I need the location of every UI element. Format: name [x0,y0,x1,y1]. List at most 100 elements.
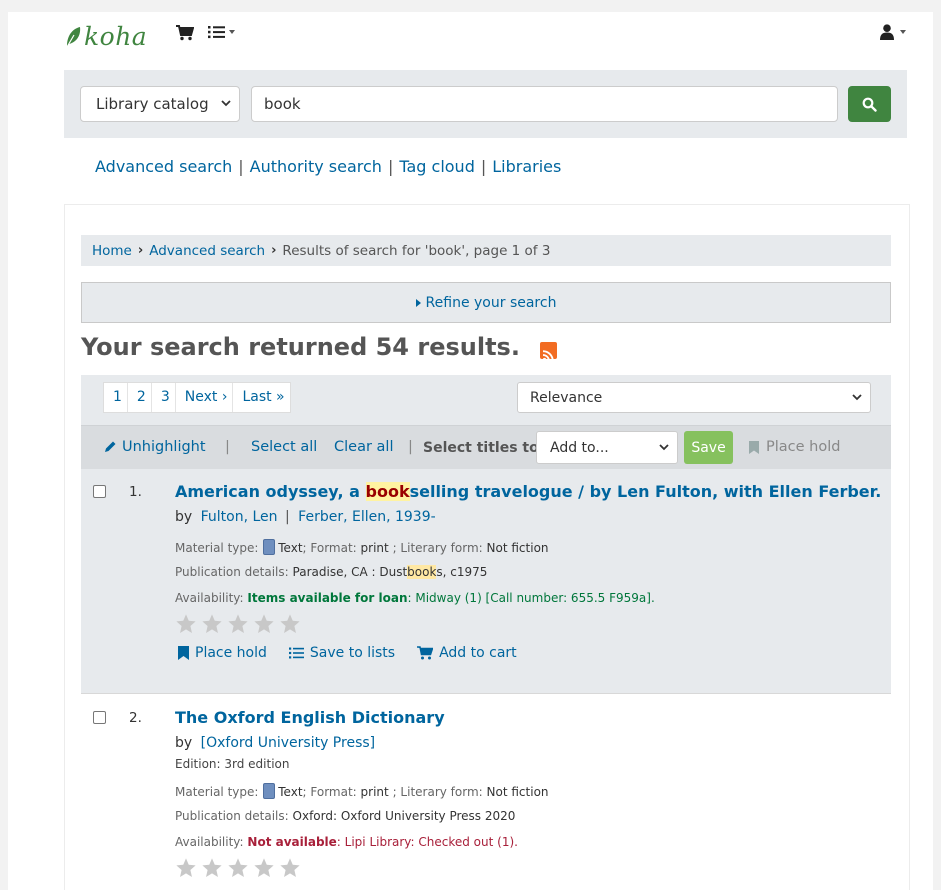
lists-menu[interactable] [208,25,235,39]
result-title-link[interactable]: American odyssey, a bookselling travelog… [175,482,881,501]
breadcrumb-advanced-search[interactable]: Advanced search [149,243,265,259]
result-checkbox[interactable] [93,711,106,724]
search-input[interactable]: book [251,86,838,122]
unhighlight-button[interactable]: Unhighlight [103,439,206,455]
place-hold-button-disabled[interactable]: Place hold [749,439,840,455]
star-icon[interactable] [175,857,197,879]
material-value: Text [278,785,303,799]
select-all-link[interactable]: Select all [251,439,317,455]
material-value: Text [278,541,303,555]
title-part: selling travelogue / by Len Fulton, with… [409,482,882,501]
literary-label: ; Literary form: [392,541,483,555]
pub-highlight: book [407,565,437,579]
search-query: book [264,95,301,113]
page-3-link[interactable]: 3 [152,383,176,412]
breadcrumb-separator-icon: › [271,243,277,258]
star-icon[interactable] [279,613,301,635]
add-to-select[interactable]: Add to... [536,431,678,464]
author-link[interactable]: Fulton, Len [201,509,278,525]
result-edition: Edition: 3rd edition [175,757,290,771]
caret-right-icon [415,298,421,307]
star-icon[interactable] [201,857,223,879]
chevron-down-icon [229,30,235,34]
bookmark-icon [178,646,189,660]
libraries-link[interactable]: Libraries [492,157,561,176]
tag-cloud-link[interactable]: Tag cloud [399,157,475,176]
result-row: 1. American odyssey, a bookselling trave… [81,469,891,694]
format-label: ; Format: [302,785,357,799]
place-hold-link[interactable]: Place hold [178,645,267,661]
result-number: 1. [129,484,142,500]
navbar: koha [8,12,933,64]
separator: | [480,157,487,176]
page-1-link[interactable]: 1 [104,383,128,412]
chevron-down-icon [852,394,862,401]
result-checkbox[interactable] [93,485,106,498]
format-label: ; Format: [302,541,357,555]
save-button[interactable]: Save [684,431,733,464]
star-icon[interactable] [253,613,275,635]
pub-part: s, c1975 [436,565,488,579]
author-link[interactable]: [Oxford University Press] [201,735,376,751]
author-link[interactable]: Ferber, Ellen, 1939- [298,509,436,525]
result-number: 2. [129,710,142,726]
page-2-link[interactable]: 2 [128,383,152,412]
separator: | [285,509,290,525]
place-hold-label: Place hold [766,439,841,455]
chevron-down-icon [900,30,906,34]
last-page-link[interactable]: Last » [233,383,289,412]
result-row: 2. The Oxford English Dictionary by [Oxf… [81,695,891,890]
star-icon[interactable] [253,857,275,879]
search-scope-select[interactable]: Library catalog [80,86,240,122]
material-label: Material type: [175,541,259,555]
star-icon[interactable] [227,857,249,879]
star-icon[interactable] [175,613,197,635]
book-icon [263,539,276,555]
save-to-lists-label: Save to lists [309,645,396,661]
advanced-search-link[interactable]: Advanced search [95,157,232,176]
star-icon[interactable] [279,857,301,879]
place-hold-label: Place hold [195,645,267,661]
refine-search-toggle[interactable]: Refine your search [81,282,891,323]
result-material-type: Material type: Text; Format: print ; Lit… [175,783,549,799]
star-rating[interactable] [175,613,301,635]
rss-icon[interactable] [539,341,557,361]
star-rating[interactable] [175,857,301,879]
chevron-down-icon [221,100,231,107]
avail-detail: : Midway (1) [Call number: 655.5 F959a]. [407,591,655,605]
star-icon[interactable] [227,613,249,635]
select-titles-label: Select titles to: [423,440,545,456]
sort-select[interactable]: Relevance [517,382,871,413]
refine-label: Refine your search [425,294,557,311]
format-value: print [360,785,389,799]
breadcrumb: Home › Advanced search › Results of sear… [81,235,891,266]
leaf-icon [66,26,81,47]
result-authors: by [Oxford University Press] [175,735,375,751]
cart-icon[interactable] [176,25,195,45]
save-label: Save [691,439,726,456]
unhighlight-label: Unhighlight [122,439,206,455]
result-publication: Publication details: Oxford: Oxford Univ… [175,809,515,823]
result-publication: Publication details: Paradise, CA : Dust… [175,565,487,579]
title-part: American odyssey, a [175,482,366,501]
clear-all-link[interactable]: Clear all [334,439,393,455]
breadcrumb-current: Results of search for 'book', page 1 of … [282,242,551,259]
save-to-lists-link[interactable]: Save to lists [288,645,396,661]
user-menu[interactable] [880,24,906,40]
pub-value: Paradise, CA : Dustbooks, c1975 [293,565,488,579]
add-to-cart-link[interactable]: Add to cart [417,645,517,661]
result-material-type: Material type: Text; Format: print ; Lit… [175,539,549,555]
module-links: Advanced search | Authority search | Tag… [95,157,561,176]
add-to-value: Add to... [550,440,609,456]
lists-icon [208,26,225,39]
breadcrumb-home[interactable]: Home [92,243,132,259]
search-bar: Library catalog book [64,70,907,138]
selection-toolbar: Unhighlight | Select all Clear all | Sel… [81,425,891,469]
next-page-link[interactable]: Next › [176,383,234,412]
koha-logo[interactable]: koha [64,22,147,51]
avail-label: Availability: [175,835,244,849]
authority-search-link[interactable]: Authority search [250,157,382,176]
result-title-link[interactable]: The Oxford English Dictionary [175,708,445,727]
star-icon[interactable] [201,613,223,635]
search-button[interactable] [848,86,891,122]
